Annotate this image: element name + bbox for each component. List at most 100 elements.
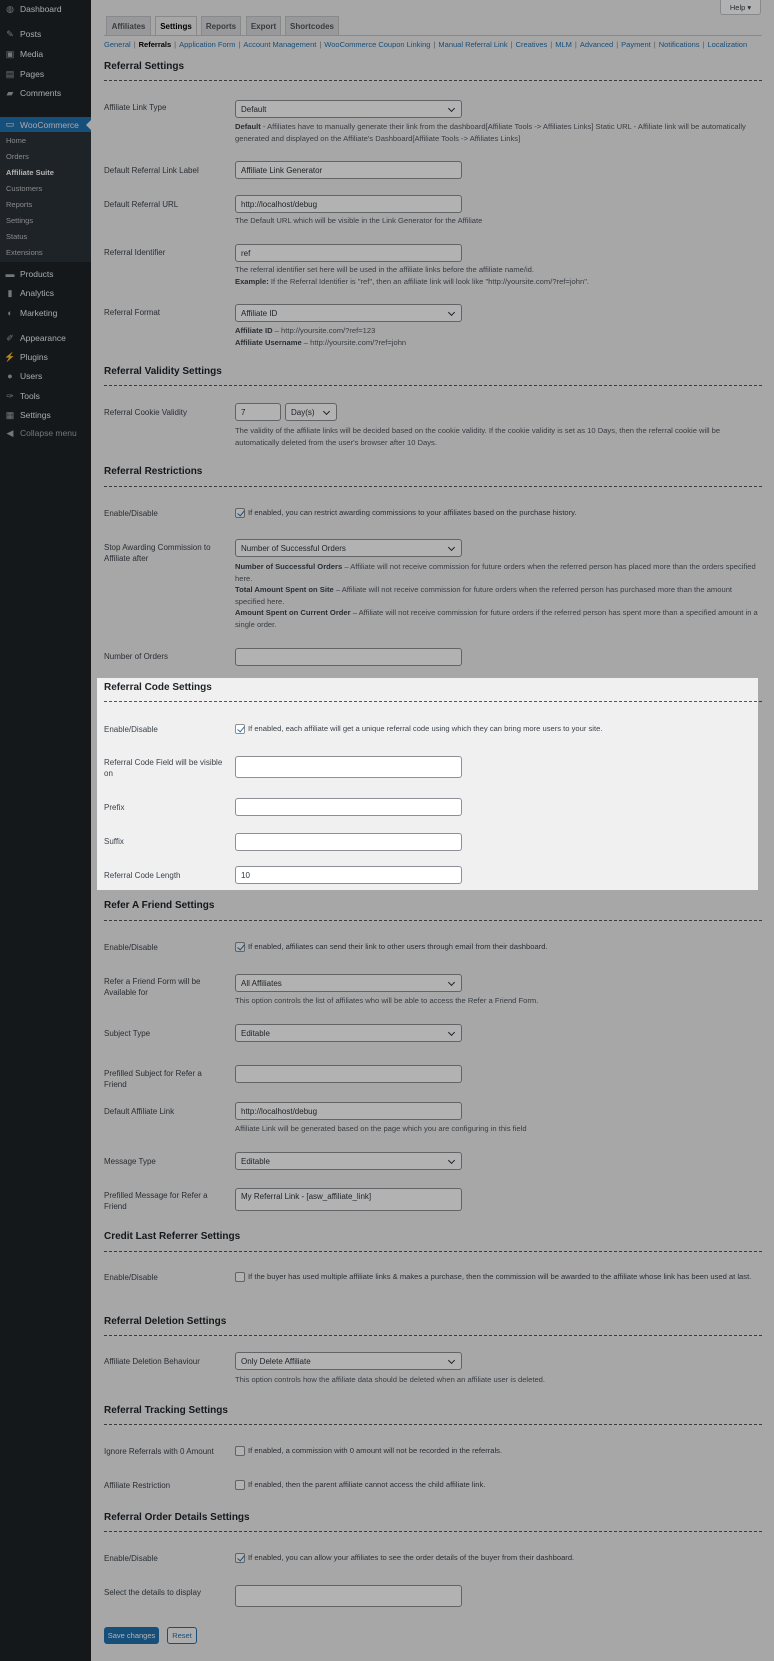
prefilled-message-textarea[interactable]: My Referral Link - [asw_affiliate_link]: [235, 1188, 462, 1211]
menu-analytics[interactable]: ▮ Analytics: [0, 285, 91, 301]
submenu-affiliate-suite[interactable]: Affiliate Suite: [6, 168, 54, 177]
submenu-orders[interactable]: Orders: [6, 152, 29, 161]
submenu-settings[interactable]: Settings: [6, 216, 33, 225]
subnav-notifications[interactable]: Notifications: [659, 40, 700, 49]
message-type-select[interactable]: Editable: [235, 1152, 462, 1170]
section-divider: [104, 920, 762, 921]
menu-plugins[interactable]: ⚡ Plugins: [0, 349, 91, 365]
subnav-account-management[interactable]: Account Management: [243, 40, 316, 49]
referral-code-enable-checkbox[interactable]: If enabled, each affiliate will get a un…: [235, 723, 762, 735]
stop-awarding-select[interactable]: Number of Successful Orders: [235, 539, 462, 557]
referral-code-visible-on-input[interactable]: [235, 756, 462, 778]
deletion-behaviour-select[interactable]: Only Delete Affiliate: [235, 1352, 462, 1370]
subnav-localization[interactable]: Localization: [708, 40, 748, 49]
menu-appearance[interactable]: ✐ Appearance: [0, 330, 91, 346]
select-value: Default: [241, 104, 267, 114]
menu-marketing[interactable]: ◐ Marketing: [0, 305, 91, 321]
field-label: Default Affiliate Link: [104, 1107, 175, 1116]
menu-comments[interactable]: ▰ Comments: [0, 85, 91, 101]
reset-button[interactable]: Reset: [167, 1627, 197, 1644]
checkbox-checked[interactable]: [235, 942, 245, 952]
cookie-validity-input[interactable]: 7: [235, 403, 281, 421]
checkbox-checked[interactable]: [235, 1553, 245, 1563]
subnav-payment[interactable]: Payment: [621, 40, 651, 49]
default-referral-url-input[interactable]: http://localhost/debug: [235, 195, 462, 213]
desc-bold: Amount Spent on Current Order: [235, 608, 351, 618]
field-label: Stop Awarding Commission to Affiliate af…: [104, 543, 211, 563]
tab-export[interactable]: Export: [246, 16, 281, 35]
submenu-home[interactable]: Home: [6, 136, 26, 145]
field-description: The referral identifier set here will be…: [235, 264, 762, 287]
checkbox-checked[interactable]: [235, 724, 245, 734]
suffix-input[interactable]: [235, 833, 462, 851]
desc-bold: Default: [235, 122, 261, 131]
menu-settings[interactable]: ▦ Settings: [0, 407, 91, 423]
subnav-advanced[interactable]: Advanced: [580, 40, 613, 49]
subnav-coupon-linking[interactable]: WooCommerce Coupon Linking: [324, 40, 430, 49]
menu-woocommerce[interactable]: ▭ WooCommerce: [0, 117, 91, 132]
subject-type-select[interactable]: Editable: [235, 1024, 462, 1042]
menu-collapse[interactable]: ◀ Collapse menu: [0, 425, 91, 441]
restrictions-enable-checkbox[interactable]: If enabled, you can restrict awarding co…: [235, 507, 762, 519]
checkbox-checked[interactable]: [235, 508, 245, 518]
menu-tools[interactable]: ✑ Tools: [0, 388, 91, 404]
menu-users[interactable]: ● Users: [0, 368, 91, 384]
refer-friend-availability-select[interactable]: All Affiliates: [235, 974, 462, 992]
checkbox-text: If enabled, affiliates can send their li…: [248, 942, 548, 951]
media-icon: ▣: [5, 48, 15, 59]
prefilled-subject-input[interactable]: [235, 1065, 462, 1083]
tab-shortcodes[interactable]: Shortcodes: [285, 16, 339, 35]
tab-settings[interactable]: Settings: [155, 16, 197, 36]
affiliate-link-type-select[interactable]: Default: [235, 100, 462, 118]
tab-reports[interactable]: Reports: [201, 16, 241, 35]
field-label: Affiliate Link Type: [104, 103, 167, 112]
desc-text: The referral identifier set here will be…: [235, 265, 534, 274]
menu-pages[interactable]: ▤ Pages: [0, 66, 91, 82]
default-affiliate-link-input[interactable]: http://localhost/debug: [235, 1102, 462, 1120]
subnav-mlm[interactable]: MLM: [555, 40, 572, 49]
select-value: Editable: [241, 1028, 270, 1038]
menu-posts[interactable]: ✎ Posts: [0, 26, 91, 42]
section-divider: [104, 1424, 762, 1425]
subnav-general[interactable]: General: [104, 40, 131, 49]
field-label: Enable/Disable: [104, 509, 158, 518]
save-changes-button[interactable]: Save changes: [104, 1627, 159, 1644]
tab-affiliates[interactable]: Affiliates: [106, 16, 151, 35]
checkbox-unchecked[interactable]: [235, 1272, 245, 1282]
prefix-input[interactable]: [235, 798, 462, 816]
ignore-zero-amount-checkbox[interactable]: If enabled, a commission with 0 amount w…: [235, 1445, 762, 1457]
field-description: Affiliate Link will be generated based o…: [235, 1124, 527, 1133]
menu-products[interactable]: ▬ Products: [0, 266, 91, 282]
menu-dashboard[interactable]: ◍ Dashboard: [0, 1, 91, 17]
order-details-select[interactable]: [235, 1585, 462, 1607]
referral-format-select[interactable]: Affiliate ID: [235, 304, 462, 322]
help-button[interactable]: Help ▾: [720, 0, 761, 15]
referral-link-label-input[interactable]: Affiliate Link Generator: [235, 161, 462, 179]
subnav-application-form[interactable]: Application Form: [179, 40, 235, 49]
number-of-orders-input[interactable]: [235, 648, 462, 666]
checkbox-unchecked[interactable]: [235, 1480, 245, 1490]
menu-label: Marketing: [20, 308, 58, 318]
subnav-referrals[interactable]: Referrals: [139, 40, 172, 49]
credit-last-referrer-checkbox[interactable]: If the buyer has used multiple affiliate…: [235, 1271, 762, 1283]
submenu-reports[interactable]: Reports: [6, 200, 32, 209]
order-details-enable-checkbox[interactable]: If enabled, you can allow your affiliate…: [235, 1552, 762, 1564]
referral-identifier-input[interactable]: ref: [235, 244, 462, 262]
submenu-status[interactable]: Status: [6, 232, 27, 241]
section-heading: Credit Last Referrer Settings: [104, 1231, 241, 1242]
field-description: The validity of the affiliate links will…: [235, 426, 721, 447]
subnav-creatives[interactable]: Creatives: [516, 40, 548, 49]
affiliate-restriction-checkbox[interactable]: If enabled, then the parent affiliate ca…: [235, 1479, 762, 1491]
field-label: Subject Type: [104, 1029, 151, 1038]
field-label: Ignore Referrals with 0 Amount: [104, 1447, 214, 1456]
section-divider: [104, 1531, 762, 1532]
submenu-extensions[interactable]: Extensions: [6, 248, 43, 257]
section-divider: [104, 486, 762, 487]
submenu-customers[interactable]: Customers: [6, 184, 42, 193]
checkbox-unchecked[interactable]: [235, 1446, 245, 1456]
menu-media[interactable]: ▣ Media: [0, 46, 91, 62]
subnav-manual-referral-link[interactable]: Manual Referral Link: [438, 40, 507, 49]
cookie-validity-unit-select[interactable]: Day(s): [285, 403, 337, 421]
refer-friend-enable-checkbox[interactable]: If enabled, affiliates can send their li…: [235, 941, 762, 953]
referral-code-length-input[interactable]: 10: [235, 866, 462, 884]
